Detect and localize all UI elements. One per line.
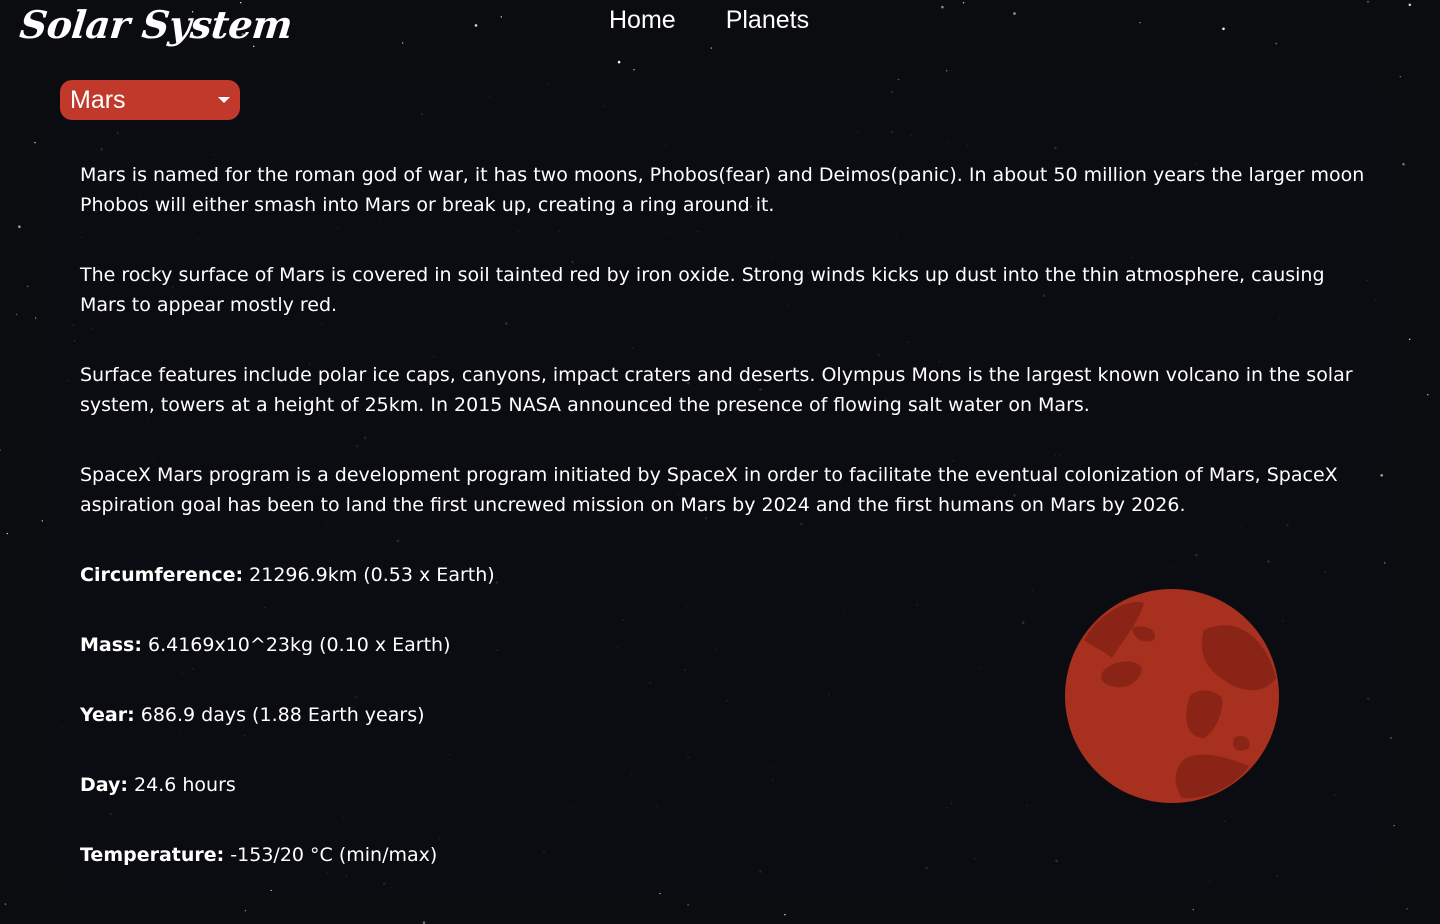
star xyxy=(633,69,635,71)
fact-value: 686.9 days (1.88 Earth years) xyxy=(134,704,425,726)
star xyxy=(6,532,8,535)
fact-label: Day: xyxy=(80,774,128,796)
nav-link-home[interactable]: Home xyxy=(609,4,676,36)
star xyxy=(1390,737,1392,739)
star xyxy=(34,142,36,144)
star xyxy=(617,60,621,64)
fact-label: Year: xyxy=(80,704,135,726)
fact-value: -153/20 °C (min/max) xyxy=(224,844,438,866)
star xyxy=(946,70,948,72)
star xyxy=(1427,394,1429,396)
star xyxy=(710,47,713,49)
star xyxy=(1402,162,1405,166)
fact-label: Circumference: xyxy=(80,564,244,586)
description-paragraph: Surface features include polar ice caps,… xyxy=(80,364,1353,416)
star xyxy=(0,449,1,451)
star xyxy=(34,317,37,319)
fact-value: 24.6 hours xyxy=(128,774,236,796)
nav-link-planets[interactable]: Planets xyxy=(726,4,809,36)
description-paragraph: SpaceX Mars program is a development pro… xyxy=(80,464,1338,516)
star xyxy=(18,225,21,228)
star xyxy=(27,285,29,287)
fact-temperature: Temperature: -153/20 °C (min/max) xyxy=(80,840,1370,870)
mars-planet-icon xyxy=(1065,589,1279,803)
star xyxy=(1013,12,1016,15)
fact-label: Mass: xyxy=(80,634,142,656)
planet-select-value: Mars xyxy=(70,85,126,114)
star xyxy=(1275,42,1277,45)
star xyxy=(1384,562,1386,564)
star xyxy=(1408,3,1412,7)
star xyxy=(784,914,786,916)
star xyxy=(474,24,478,27)
star xyxy=(1222,27,1225,31)
star xyxy=(1399,76,1402,78)
star xyxy=(1380,474,1383,477)
description-paragraph: The rocky surface of Mars is covered in … xyxy=(80,264,1325,316)
star xyxy=(1406,908,1408,910)
star xyxy=(41,520,43,522)
planet-select-dropdown[interactable]: Mars xyxy=(60,80,240,120)
star xyxy=(941,5,944,9)
fact-label: Temperature: xyxy=(80,844,225,866)
star xyxy=(244,910,247,912)
star xyxy=(1409,338,1411,340)
caret-down-icon xyxy=(218,97,230,103)
top-nav: Home Planets xyxy=(609,4,809,36)
star xyxy=(402,42,404,44)
star xyxy=(16,313,18,316)
star xyxy=(4,903,7,905)
star xyxy=(500,16,502,18)
star xyxy=(1393,824,1395,827)
star xyxy=(962,2,965,4)
fact-circumference: Circumference: 21296.9km (0.53 x Earth) xyxy=(80,560,1370,590)
fact-value: 21296.9km (0.53 x Earth) xyxy=(243,564,495,586)
star xyxy=(1139,22,1141,24)
fact-value: 6.4169x10^23kg (0.10 x Earth) xyxy=(141,634,451,656)
site-logo[interactable]: Solar System xyxy=(17,0,295,50)
description-paragraph: Mars is named for the roman god of war, … xyxy=(80,164,1365,216)
star xyxy=(1367,1,1369,3)
